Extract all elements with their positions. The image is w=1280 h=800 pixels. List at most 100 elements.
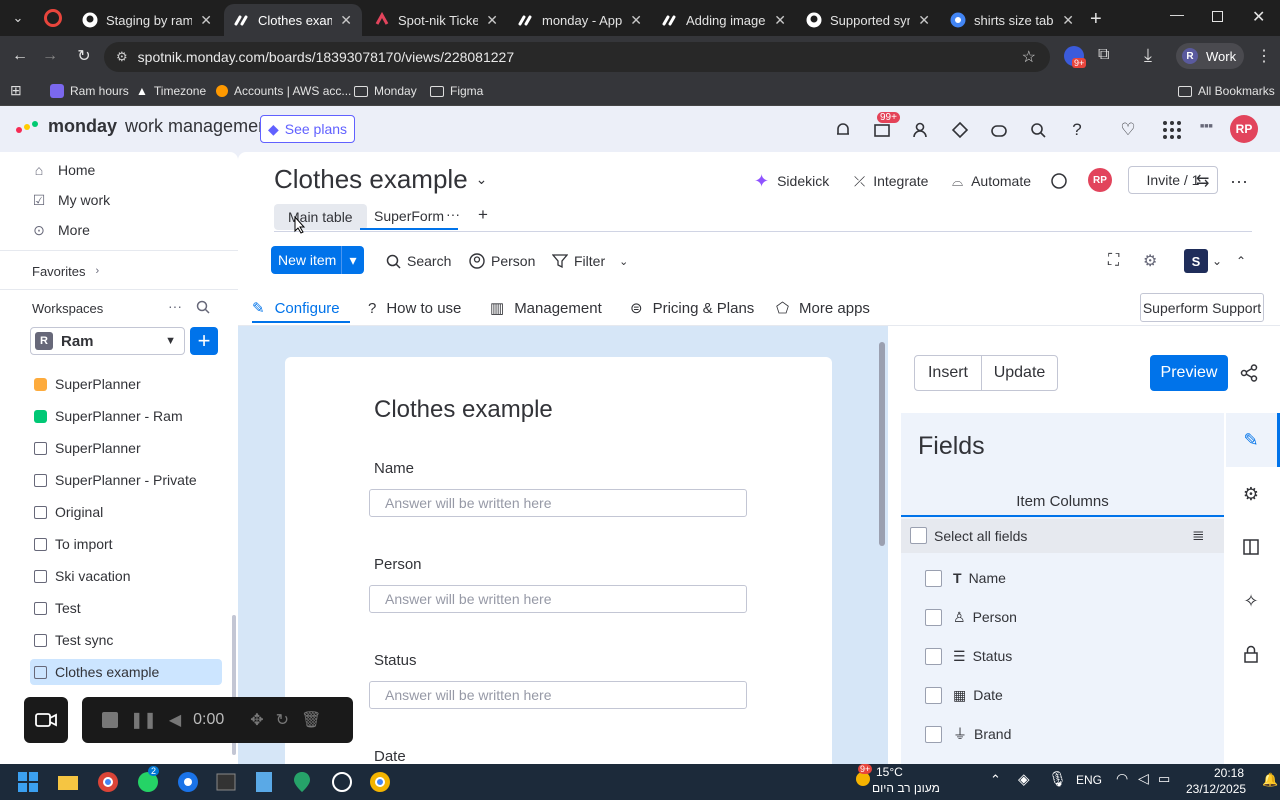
clock-date[interactable]: 23/12/2025: [1186, 782, 1246, 796]
file-explorer-icon[interactable]: [54, 768, 82, 796]
field-row-date[interactable]: ▦ Date: [953, 685, 1003, 705]
chevron-down-icon[interactable]: ⌄: [1212, 250, 1222, 272]
field-checkbox[interactable]: [925, 687, 942, 704]
browser-tab-6[interactable]: shirts size table ✕: [940, 4, 1084, 36]
settings-gear-icon[interactable]: ⚙: [1143, 250, 1157, 272]
menu-pricing[interactable]: ⊜ Pricing & Plans: [630, 296, 754, 320]
select-all-checkbox[interactable]: [910, 527, 927, 544]
notifications-icon[interactable]: 🔔: [1262, 772, 1278, 788]
search-icon[interactable]: [1026, 118, 1050, 142]
tab-superform[interactable]: SuperForm: [360, 204, 459, 230]
superform-support-button[interactable]: Superform Support: [1140, 293, 1264, 322]
all-bookmarks[interactable]: All Bookmarks: [1178, 81, 1275, 101]
board-owner-avatar[interactable]: RP: [1088, 168, 1112, 192]
microphone-icon[interactable]: 🎙: [1048, 770, 1067, 788]
maximize-icon[interactable]: [1212, 11, 1223, 22]
browser-tab-5[interactable]: Supported sync ✕: [796, 4, 940, 36]
board-item[interactable]: Original: [32, 499, 222, 525]
minimize-icon[interactable]: —: [1170, 6, 1184, 22]
add-field-icon[interactable]: ≣: [1192, 526, 1205, 544]
updates-chat-icon[interactable]: [1050, 168, 1068, 194]
chatgpt-icon[interactable]: [328, 768, 356, 796]
superform-app-icon[interactable]: S: [1184, 249, 1208, 273]
back-icon[interactable]: ←: [8, 44, 32, 68]
apps-marketplace-icon[interactable]: [948, 118, 972, 142]
reload-icon[interactable]: ↻: [72, 44, 96, 68]
user-avatar[interactable]: RP: [1230, 115, 1258, 143]
stop-icon[interactable]: [102, 712, 118, 728]
menu-how-to-use[interactable]: ? How to use: [368, 296, 461, 320]
browser-tab-0[interactable]: Staging by ramar ✕: [72, 4, 222, 36]
fullscreen-icon[interactable]: ⛶: [1108, 250, 1119, 272]
form-title[interactable]: Clothes example: [374, 396, 553, 424]
field-row-status[interactable]: ☰ Status: [953, 646, 1012, 666]
board-item[interactable]: SuperPlanner - Ram: [32, 403, 222, 429]
board-item[interactable]: SuperPlanner: [32, 435, 222, 461]
address-bar[interactable]: ⚙ spotnik.monday.com/boards/18393078170/…: [104, 42, 1050, 72]
language-indicator[interactable]: ENG: [1076, 773, 1102, 787]
workspace-selector[interactable]: R Ram ▼: [30, 327, 185, 355]
lock-icon[interactable]: [1238, 641, 1264, 667]
close-icon[interactable]: ✕: [200, 12, 212, 29]
invite-members-icon[interactable]: [909, 118, 933, 142]
browser-tab-1[interactable]: Clothes example ✕: [224, 4, 362, 36]
insert-button[interactable]: Insert: [914, 355, 982, 391]
clock-time[interactable]: 20:18: [1214, 766, 1244, 780]
terminal-icon[interactable]: [212, 768, 240, 796]
settings-gear-icon[interactable]: ⚙: [1238, 481, 1264, 507]
board-menu-icon[interactable]: ···: [1230, 168, 1248, 194]
restart-icon[interactable]: ↻: [276, 710, 289, 730]
heart-icon[interactable]: ♡: [1116, 118, 1140, 142]
tray-app-icon[interactable]: ◈: [1018, 770, 1030, 788]
field-row-brand[interactable]: ⏚ Brand: [953, 724, 1011, 744]
battery-icon[interactable]: ▭: [1158, 771, 1170, 787]
field-checkbox[interactable]: [925, 726, 942, 743]
chevron-down-icon[interactable]: ▾: [341, 246, 364, 274]
workspace-options-icon[interactable]: ···: [168, 298, 182, 314]
person-field[interactable]: Answer will be written here: [369, 585, 747, 613]
board-item[interactable]: SuperPlanner: [32, 371, 222, 397]
close-icon[interactable]: ✕: [340, 12, 352, 29]
site-info-icon[interactable]: ⚙: [116, 49, 128, 65]
extensions-puzzle-icon[interactable]: ⧉: [1098, 46, 1109, 64]
trash-icon[interactable]: 🗑: [301, 710, 321, 730]
filter-button[interactable]: Filter ⌄: [552, 250, 628, 272]
sidebar-item-home[interactable]: ⌂ Home: [30, 158, 96, 182]
board-item-selected[interactable]: Clothes example: [30, 659, 222, 685]
automate-button[interactable]: ⌓ Automate: [952, 168, 1031, 194]
update-button[interactable]: Update: [981, 355, 1058, 391]
apps-grid-icon[interactable]: ⊞: [10, 82, 22, 99]
sidebar-item-more[interactable]: ⊙ More: [30, 218, 90, 242]
copy-link-icon[interactable]: ⇆: [1196, 168, 1209, 194]
sidekick-button[interactable]: ✦ Sidekick: [754, 168, 829, 194]
notes-app-icon[interactable]: [250, 768, 278, 796]
menu-configure[interactable]: ✎ Configure: [252, 296, 340, 320]
close-icon[interactable]: ✕: [486, 12, 498, 29]
status-field[interactable]: Answer will be written here: [369, 681, 747, 709]
draw-tools-icon[interactable]: ✥: [250, 710, 263, 730]
preview-button[interactable]: Preview: [1150, 355, 1228, 391]
bookmark-2[interactable]: Accounts | AWS acc...: [216, 81, 351, 101]
sidebar-item-my-work[interactable]: ☑ My work: [30, 188, 110, 212]
board-item[interactable]: Test sync: [32, 627, 222, 653]
magic-wand-icon[interactable]: ✧: [1238, 588, 1264, 614]
see-plans-button[interactable]: ◆ See plans: [260, 115, 355, 143]
browser-tab-3[interactable]: monday - Apps ✕: [508, 4, 652, 36]
new-item-button[interactable]: New item ▾: [271, 246, 364, 274]
tab-search-icon[interactable]: ⌄: [8, 8, 28, 28]
item-columns-tab[interactable]: Item Columns: [901, 487, 1224, 517]
window-close-icon[interactable]: ✕: [1252, 7, 1265, 27]
monday-logo[interactable]: monday work management: [14, 116, 273, 137]
bookmark-0[interactable]: Ram hours: [50, 81, 129, 101]
bookmark-1[interactable]: ▲ Timezone: [136, 81, 206, 101]
app-switcher-icon[interactable]: [1160, 118, 1184, 142]
account-logo-icon[interactable]: ■■■: [1200, 123, 1224, 133]
tray-expand-icon[interactable]: ⌃: [990, 772, 1001, 788]
board-item[interactable]: To import: [32, 531, 222, 557]
chrome-profile-icon[interactable]: [174, 768, 202, 796]
field-row-person[interactable]: ♙ Person: [953, 607, 1017, 627]
favorites-section[interactable]: Favorites ›: [32, 259, 99, 283]
browser-tab-2[interactable]: Spot-nik Tickets ✕: [364, 4, 508, 36]
download-icon[interactable]: ⤓: [1144, 45, 1152, 66]
close-icon[interactable]: ✕: [918, 12, 930, 29]
